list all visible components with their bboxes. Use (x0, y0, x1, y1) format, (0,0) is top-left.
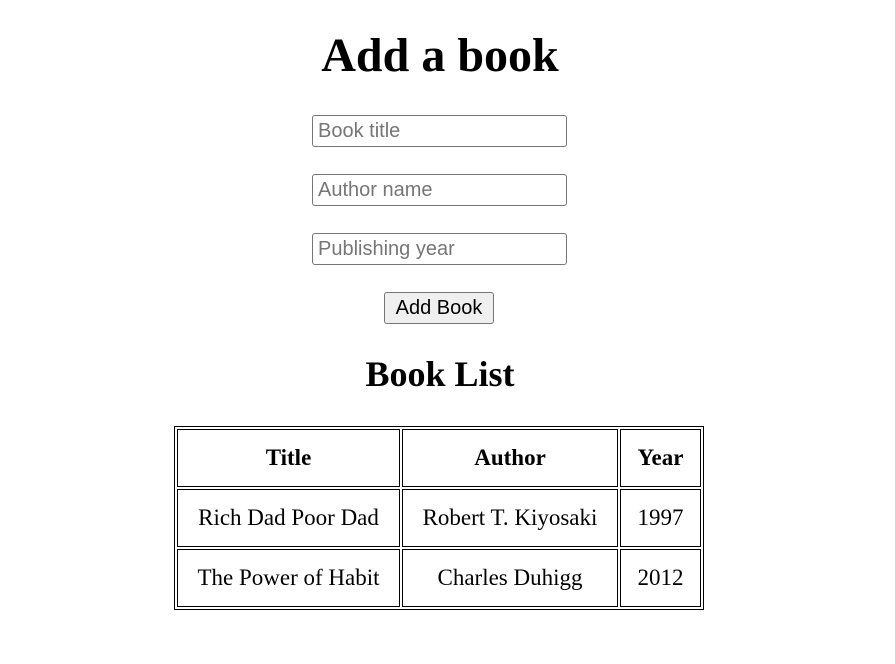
book-table: Title Author Year Rich Dad Poor Dad Robe… (174, 426, 704, 610)
cell-year: 1997 (620, 489, 701, 547)
column-header-year: Year (620, 429, 701, 487)
cell-author: Charles Duhigg (402, 549, 618, 607)
cell-title: The Power of Habit (177, 549, 400, 607)
cell-title: Rich Dad Poor Dad (177, 489, 400, 547)
book-title-input[interactable] (312, 115, 567, 147)
table-header-row: Title Author Year (177, 429, 701, 487)
page-title: Add a book (321, 29, 559, 82)
table-row: Rich Dad Poor Dad Robert T. Kiyosaki 199… (177, 489, 701, 547)
book-list-title: Book List (365, 354, 515, 394)
column-header-title: Title (177, 429, 400, 487)
author-name-input[interactable] (312, 174, 567, 206)
add-book-button[interactable]: Add Book (384, 292, 494, 324)
publishing-year-input[interactable] (312, 233, 567, 265)
cell-author: Robert T. Kiyosaki (402, 489, 618, 547)
column-header-author: Author (402, 429, 618, 487)
table-row: The Power of Habit Charles Duhigg 2012 (177, 549, 701, 607)
cell-year: 2012 (620, 549, 701, 607)
